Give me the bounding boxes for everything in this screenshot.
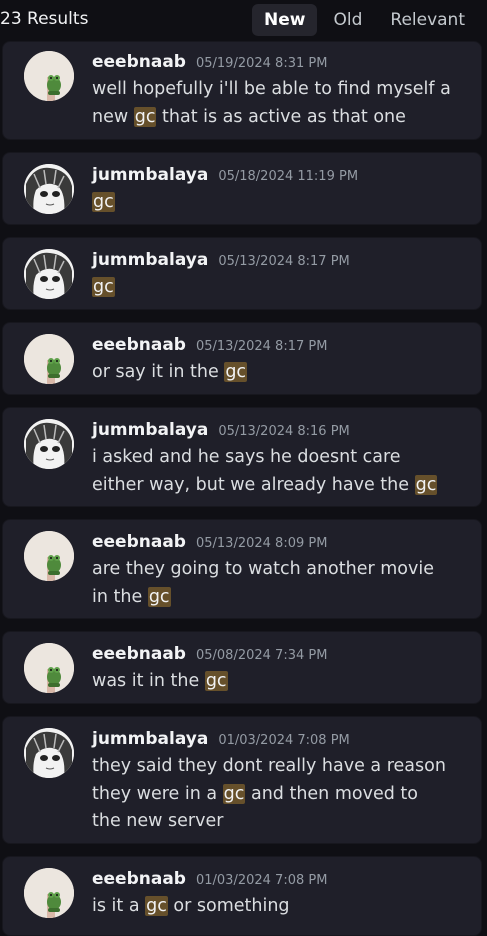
message-text-segment: are they going to watch another movie in… [92, 559, 434, 607]
message-timestamp: 05/13/2024 8:09 PM [195, 536, 328, 551]
results-count: 23 Results [0, 9, 89, 29]
message-timestamp: 05/08/2024 7:34 PM [195, 648, 328, 663]
message-header: eeebnaab 05/19/2024 8:31 PM [92, 52, 327, 72]
search-result-message[interactable]: eeebnaab 05/19/2024 8:31 PM well hopefully… [2, 41, 482, 140]
message-text-segment: or something [167, 896, 290, 916]
frog-avatar[interactable] [24, 51, 74, 101]
author-name[interactable]: eeebnaab [92, 335, 186, 355]
message-timestamp: 05/19/2024 8:31 PM [195, 56, 328, 71]
message-timestamp: 05/13/2024 8:17 PM [195, 339, 328, 354]
message-text: i asked and he says he doesnt care eithe… [92, 444, 452, 499]
message-header: jummbalaya 05/13/2024 8:17 PM [92, 250, 350, 270]
message-timestamp: 05/13/2024 8:17 PM [218, 254, 350, 269]
message-text: is it a gc or something [92, 893, 452, 921]
message-text-segment: or say it in the [92, 362, 225, 382]
message-header: jummbalaya 01/03/2024 7:08 PM [92, 729, 350, 749]
message-text: well hopefully i'll be able to find myse… [92, 76, 452, 131]
message-timestamp: 01/03/2024 7:08 PM [218, 733, 350, 748]
sort-tabs: New Old Relevant [252, 0, 477, 40]
message-text: gc [92, 274, 452, 302]
message-header: jummbalaya 05/13/2024 8:16 PM [92, 420, 350, 440]
search-result-message[interactable]: eeebnaab 05/08/2024 7:34 PM was it in the … [2, 631, 482, 704]
frog-avatar[interactable] [24, 531, 74, 581]
author-name[interactable]: eeebnaab [92, 52, 186, 72]
author-name[interactable]: eeebnaab [92, 869, 186, 889]
author-name[interactable]: jummbalaya [92, 420, 208, 440]
anime-avatar[interactable] [24, 728, 74, 778]
message-text-segment: i asked and he says he doesnt care eithe… [92, 447, 415, 495]
search-highlight: gc [414, 474, 438, 495]
message-text-segment: is it a [92, 896, 146, 916]
search-result-message[interactable]: jummbalaya 01/03/2024 7:08 PM they said th… [2, 716, 482, 844]
search-result-message[interactable]: eeebnaab 01/03/2024 7:08 PM is it a gc or … [2, 856, 482, 936]
message-text: gc [92, 189, 452, 217]
search-results-header: 23 Results New Old Relevant [0, 0, 487, 40]
search-results-list: eeebnaab 05/19/2024 8:31 PM well hopefully… [0, 0, 487, 936]
search-highlight: gc [204, 671, 228, 691]
search-highlight: gc [147, 586, 171, 607]
message-header: jummbalaya 05/18/2024 11:19 PM [92, 165, 358, 185]
message-text-segment: was it in the [92, 671, 205, 691]
message-header: eeebnaab 05/13/2024 8:17 PM [92, 335, 327, 355]
tab-new[interactable]: New [252, 4, 318, 36]
message-header: eeebnaab 05/08/2024 7:34 PM [92, 644, 327, 664]
tab-old[interactable]: Old [321, 4, 374, 36]
search-highlight: gc [92, 277, 115, 297]
anime-avatar[interactable] [24, 164, 74, 214]
message-timestamp: 05/13/2024 8:16 PM [218, 424, 350, 439]
author-name[interactable]: jummbalaya [92, 165, 208, 185]
message-timestamp: 01/03/2024 7:08 PM [195, 873, 328, 888]
author-name[interactable]: eeebnaab [92, 532, 186, 552]
search-result-message[interactable]: eeebnaab 05/13/2024 8:17 PM or say it in t… [2, 322, 482, 395]
tab-relevant[interactable]: Relevant [378, 4, 477, 36]
search-highlight: gc [133, 106, 157, 127]
search-result-message[interactable]: jummbalaya 05/13/2024 8:16 PM i asked and … [2, 407, 482, 507]
message-header: eeebnaab 05/13/2024 8:09 PM [92, 532, 327, 552]
frog-avatar[interactable] [24, 334, 74, 384]
search-highlight: gc [224, 362, 248, 382]
message-text: or say it in the gc [92, 359, 452, 387]
frog-avatar[interactable] [24, 868, 74, 918]
message-header: eeebnaab 01/03/2024 7:08 PM [92, 869, 327, 889]
message-text: are they going to watch another movie in… [92, 556, 452, 611]
frog-avatar[interactable] [24, 643, 74, 693]
anime-avatar[interactable] [24, 249, 74, 299]
author-name[interactable]: eeebnaab [92, 644, 186, 664]
search-result-message[interactable]: jummbalaya 05/13/2024 8:17 PM gc [2, 237, 482, 310]
search-highlight: gc [145, 896, 168, 916]
search-result-message[interactable]: eeebnaab 05/13/2024 8:09 PM are they going… [2, 519, 482, 619]
message-text: was it in the gc [92, 668, 452, 696]
message-text: they said they dont really have a reason… [92, 753, 452, 836]
search-result-message[interactable]: jummbalaya 05/18/2024 11:19 PM gc [2, 152, 482, 225]
search-highlight: gc [92, 192, 115, 212]
anime-avatar[interactable] [24, 419, 74, 469]
author-name[interactable]: jummbalaya [92, 250, 208, 270]
message-timestamp: 05/18/2024 11:19 PM [218, 169, 359, 184]
search-highlight: gc [222, 783, 246, 804]
author-name[interactable]: jummbalaya [92, 729, 208, 749]
message-text-segment: that is as active as that one [156, 106, 406, 127]
